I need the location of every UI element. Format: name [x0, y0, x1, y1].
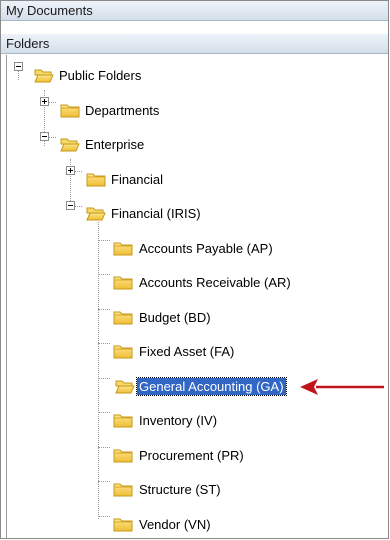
- tree-node-label: Vendor (VN): [139, 517, 211, 532]
- tree-node-label: Fixed Asset (FA): [139, 344, 235, 359]
- tree-node-label: Procurement (PR): [139, 448, 244, 463]
- tree-line: [98, 343, 110, 344]
- tree-node-label: Accounts Payable (AP): [139, 241, 273, 256]
- tree-node-financial[interactable]: Financial: [86, 168, 246, 190]
- tree-node-inventory[interactable]: Inventory (IV): [113, 409, 313, 431]
- tree-node-label: Budget (BD): [139, 310, 211, 325]
- tree-node-label: Accounts Receivable (AR): [139, 275, 291, 290]
- tree-line: [18, 70, 19, 80]
- tree-node-label: Public Folders: [59, 68, 142, 83]
- tree-node-vendor[interactable]: Vendor (VN): [113, 513, 313, 535]
- tree-line: [98, 274, 110, 275]
- tree-line: [98, 516, 110, 517]
- tree-node-accounts-payable[interactable]: Accounts Payable (AP): [113, 237, 313, 259]
- folder-open-icon: [60, 137, 80, 152]
- folder-icon: [60, 103, 80, 118]
- folder-icon: [113, 344, 133, 359]
- tree-node-fixed-asset[interactable]: Fixed Asset (FA): [113, 340, 313, 362]
- tree-node-label: Financial: [111, 172, 164, 187]
- collapse-enterprise-toggle[interactable]: [40, 132, 49, 141]
- folders-header[interactable]: Folders: [1, 34, 388, 54]
- tree-node-departments[interactable]: Departments: [60, 99, 220, 121]
- tree-node-financial-iris[interactable]: Financial (IRIS): [86, 202, 246, 224]
- tree-node-structure[interactable]: Structure (ST): [113, 478, 313, 500]
- tree-node-label: Inventory (IV): [139, 413, 218, 428]
- tree-line: [98, 481, 110, 482]
- tree-line: [98, 309, 110, 310]
- folder-icon: [113, 413, 133, 428]
- folder-icon: [113, 310, 133, 325]
- tree-node-label: Departments: [85, 103, 160, 118]
- folder-icon: [113, 448, 133, 463]
- my-documents-label: My Documents: [6, 3, 93, 18]
- expand-departments-toggle[interactable]: [40, 97, 49, 106]
- tree-node-label: Enterprise: [85, 137, 145, 152]
- tree-line: [98, 240, 110, 241]
- tree-line: [98, 222, 99, 519]
- my-documents-header[interactable]: My Documents: [1, 1, 388, 21]
- tree-node-budget[interactable]: Budget (BD): [113, 306, 313, 328]
- tree-node-label: Financial (IRIS): [111, 206, 201, 221]
- collapse-public-folders-toggle[interactable]: [14, 62, 23, 71]
- tree-line: [98, 447, 110, 448]
- folder-icon: [113, 517, 133, 532]
- folder-open-icon: [34, 68, 54, 83]
- tree-node-accounts-receivable[interactable]: Accounts Receivable (AR): [113, 271, 313, 293]
- folder-open-icon: [86, 206, 106, 221]
- annotation-arrow-icon: [300, 379, 384, 395]
- tree-line: [98, 378, 110, 379]
- tree-node-procurement[interactable]: Procurement (PR): [113, 444, 313, 466]
- folders-label: Folders: [6, 36, 50, 51]
- collapse-financial-iris-toggle[interactable]: [66, 201, 75, 210]
- tree-node-enterprise[interactable]: Enterprise: [60, 133, 220, 155]
- folder-icon: [86, 172, 106, 187]
- expand-financial-toggle[interactable]: [66, 166, 75, 175]
- tree-node-label: Structure (ST): [139, 482, 221, 497]
- folder-icon: [113, 241, 133, 256]
- tree-node-label-selected: General Accounting (GA): [136, 377, 287, 396]
- folder-open-icon: [115, 379, 135, 394]
- folder-icon: [113, 482, 133, 497]
- tree-line: [98, 412, 110, 413]
- folder-icon: [113, 275, 133, 290]
- tree-node-general-accounting[interactable]: General Accounting (GA): [113, 375, 313, 397]
- tree-node-public-folders[interactable]: Public Folders: [34, 64, 194, 86]
